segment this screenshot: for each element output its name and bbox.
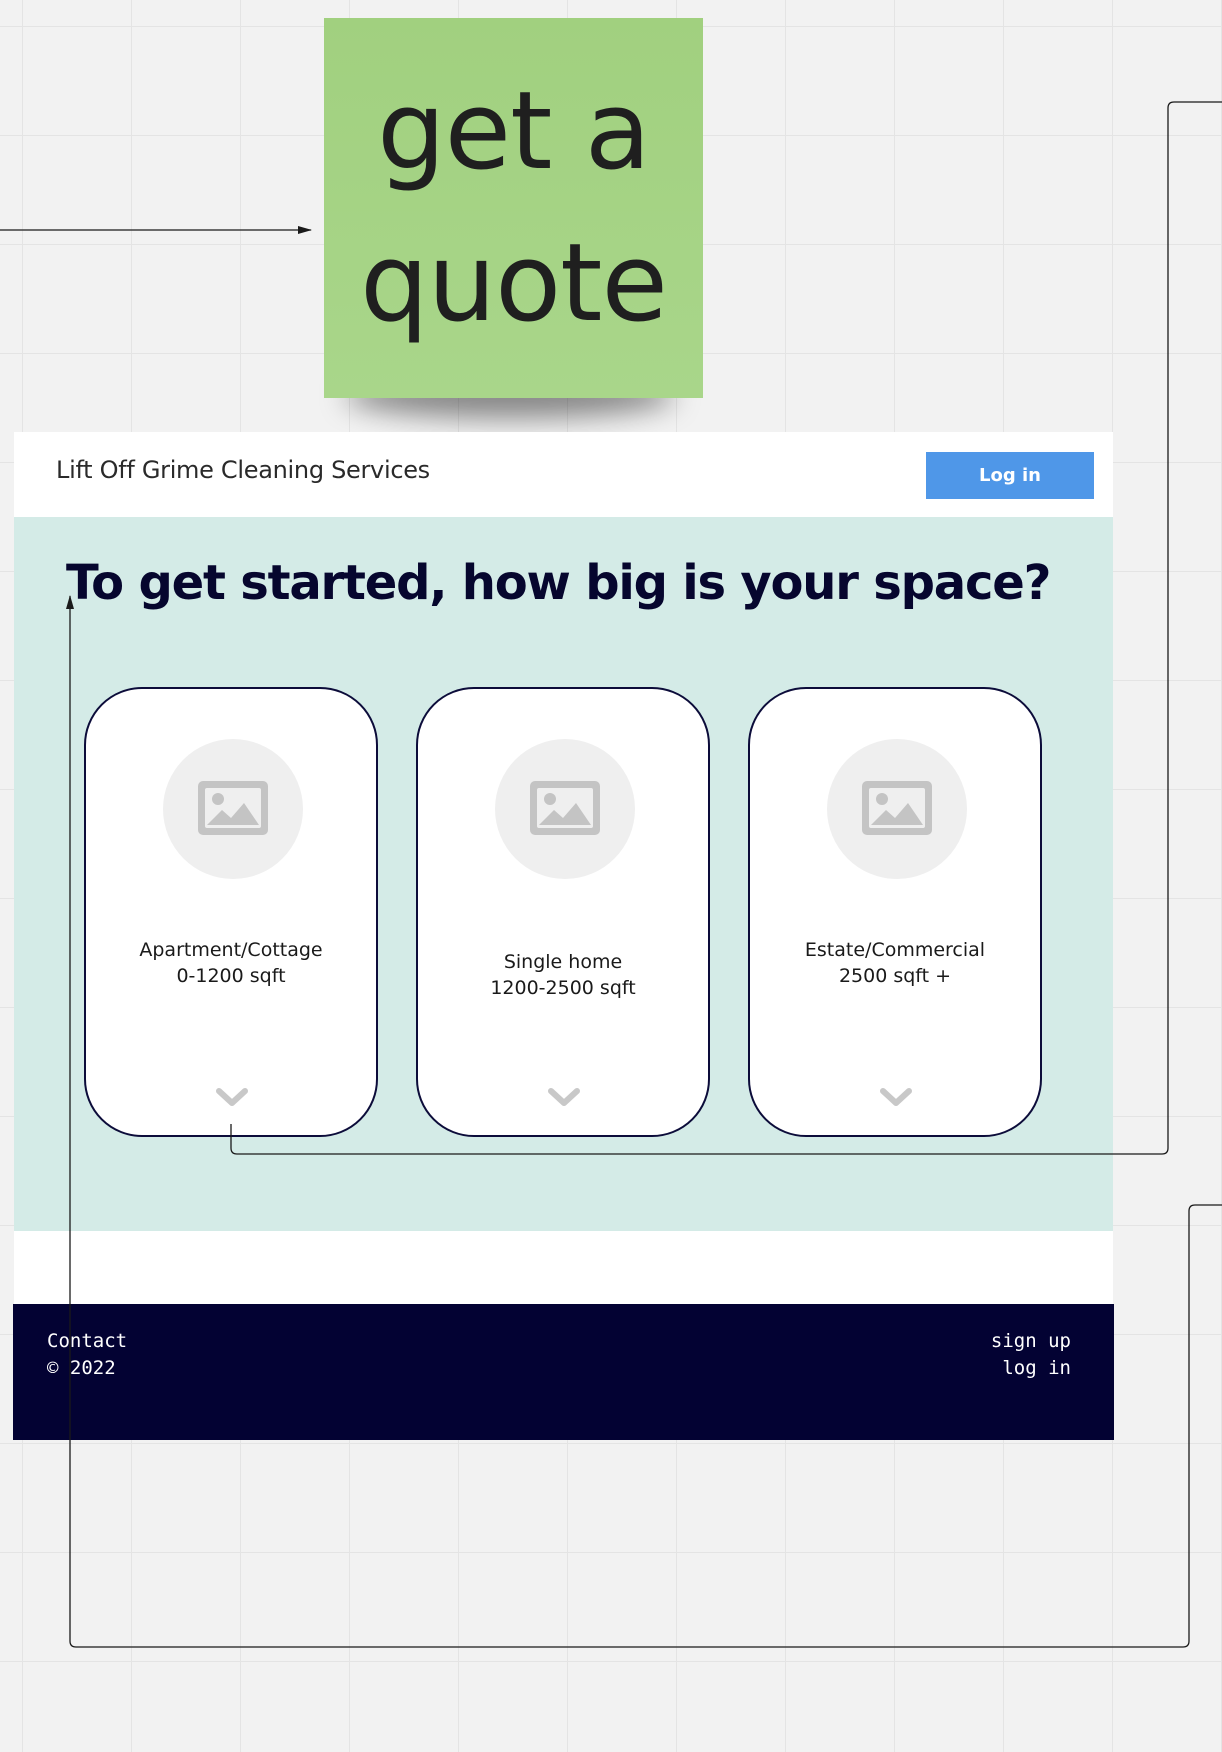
card-label: Single home 1200-2500 sqft — [418, 949, 708, 1001]
card-title: Single home — [503, 951, 623, 973]
card-size: 0-1200 sqft — [176, 965, 286, 987]
image-placeholder — [163, 739, 303, 879]
brand-name: Lift Off Grime Cleaning Services — [56, 456, 430, 484]
footer-login-link[interactable]: log in — [991, 1355, 1071, 1382]
sticky-note-text: get a quote — [360, 69, 668, 346]
main-section: To get started, how big is your space? A… — [14, 517, 1113, 1231]
footer-contact-link[interactable]: Contact — [47, 1328, 127, 1355]
chevron-down-icon[interactable] — [879, 1087, 913, 1109]
login-button[interactable]: Log in — [926, 452, 1094, 499]
image-placeholder — [827, 739, 967, 879]
card-apartment[interactable]: Apartment/Cottage 0-1200 sqft — [84, 687, 378, 1137]
image-placeholder-icon — [862, 781, 932, 835]
site-footer: Contact © 2022 sign up log in — [13, 1304, 1114, 1440]
card-estate-commercial[interactable]: Estate/Commercial 2500 sqft + — [748, 687, 1042, 1137]
image-placeholder — [495, 739, 635, 879]
footer-copyright: © 2022 — [47, 1357, 116, 1379]
footer-left: Contact © 2022 — [47, 1328, 127, 1382]
card-label: Estate/Commercial 2500 sqft + — [750, 937, 1040, 989]
site-header: Lift Off Grime Cleaning Services Log in — [14, 432, 1113, 517]
wireframe-frame: Lift Off Grime Cleaning Services Log in … — [13, 432, 1114, 1442]
footer-signup-link[interactable]: sign up — [991, 1328, 1071, 1355]
card-size: 1200-2500 sqft — [490, 977, 636, 999]
card-single-home[interactable]: Single home 1200-2500 sqft — [416, 687, 710, 1137]
chevron-down-icon[interactable] — [547, 1087, 581, 1109]
chevron-down-icon[interactable] — [215, 1087, 249, 1109]
image-placeholder-icon — [198, 781, 268, 835]
footer-right: sign up log in — [991, 1328, 1071, 1382]
card-label: Apartment/Cottage 0-1200 sqft — [86, 937, 376, 989]
card-size: 2500 sqft + — [838, 965, 952, 987]
content-spacer — [14, 1231, 1113, 1304]
page-heading: To get started, how big is your space? — [66, 555, 1051, 611]
image-placeholder-icon — [530, 781, 600, 835]
card-title: Apartment/Cottage — [139, 939, 323, 961]
sticky-note[interactable]: get a quote — [324, 18, 703, 398]
card-title: Estate/Commercial — [804, 939, 986, 961]
